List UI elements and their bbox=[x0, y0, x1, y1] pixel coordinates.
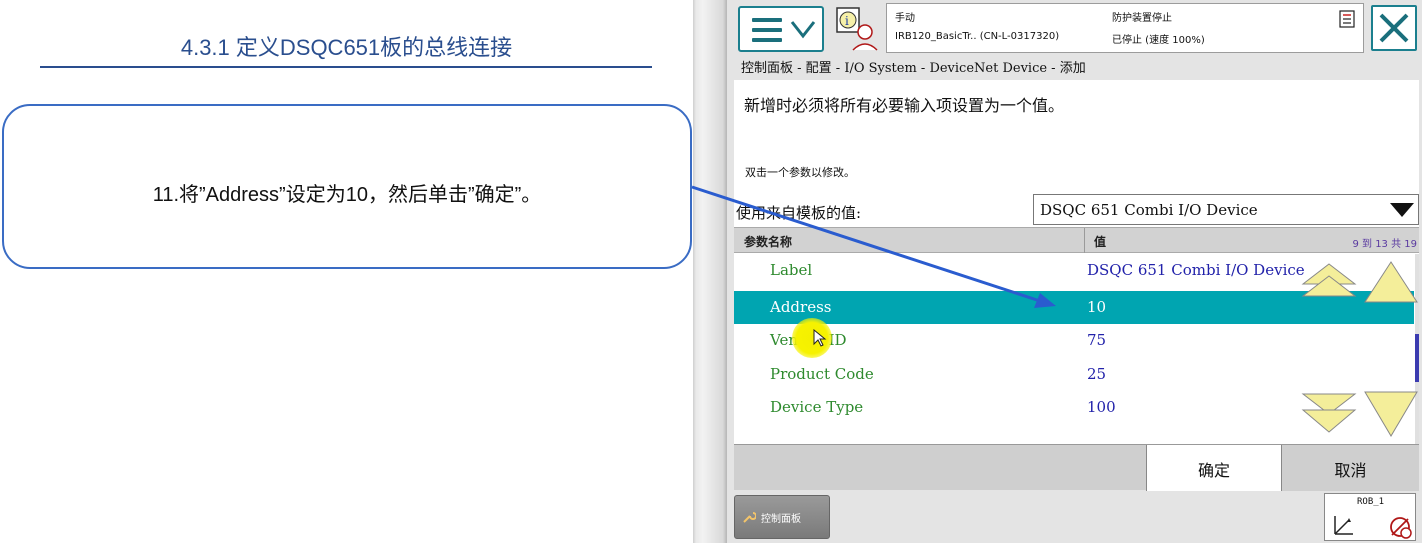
callout-text: 11.将”Address”设定为10，然后单击”确定”。 bbox=[152, 184, 542, 206]
template-label: 使用来自模板的值: bbox=[736, 204, 862, 222]
param-name: Address bbox=[770, 298, 832, 316]
svg-text:i: i bbox=[845, 14, 849, 28]
guard-status: 防护装置停止 bbox=[1112, 13, 1172, 24]
slide-divider bbox=[693, 0, 727, 543]
close-icon bbox=[1379, 13, 1409, 43]
status-bar[interactable]: 手动 IRB120_BasicTr.. (CN-L-0317320) 防护装置停… bbox=[886, 3, 1364, 53]
robot-status[interactable]: ROB_1 bbox=[1324, 493, 1416, 541]
cancel-button[interactable]: 取消 bbox=[1282, 445, 1419, 491]
parameter-grid-header: 参数名称 值 9 到 13 共 19 bbox=[734, 227, 1419, 253]
title-divider bbox=[40, 66, 652, 68]
param-value: 100 bbox=[1087, 398, 1116, 416]
action-bar: 确定 取消 bbox=[734, 444, 1419, 491]
param-value: 10 bbox=[1087, 298, 1107, 316]
add-device-window: 新增时必须将所有必要输入项设置为一个值。 双击一个参数以修改。 使用来自模板的值… bbox=[734, 80, 1419, 491]
axes-icon bbox=[1334, 516, 1353, 535]
param-value: DSQC 651 Combi I/O Device bbox=[1087, 261, 1305, 279]
edit-hint: 双击一个参数以修改。 bbox=[745, 166, 855, 179]
close-button[interactable] bbox=[1371, 5, 1417, 51]
document-icon bbox=[1339, 10, 1355, 28]
slide-title: 4.3.1 定义DSQC651板的总线连接 bbox=[180, 35, 513, 60]
row-count: 9 到 13 共 19 bbox=[1352, 239, 1417, 250]
robot-name: ROB_1 bbox=[1357, 497, 1385, 507]
flexpendant-screen: i 手动 IRB120_BasicTr.. (CN-L-0317320) 防护装… bbox=[727, 0, 1422, 543]
param-name: Device Type bbox=[770, 398, 864, 416]
operating-mode: 手动 bbox=[895, 13, 915, 24]
param-row-vendor-id[interactable]: Vendor ID 75 bbox=[734, 324, 1414, 357]
window-instruction: 新增时必须将所有必要输入项设置为一个值。 bbox=[744, 96, 1065, 115]
main-menu-button[interactable] bbox=[738, 6, 824, 52]
ok-button[interactable]: 确定 bbox=[1146, 445, 1282, 491]
cursor-icon bbox=[813, 329, 827, 347]
scroll-up-icon[interactable] bbox=[1363, 260, 1419, 304]
param-value: 25 bbox=[1087, 365, 1107, 383]
column-separator bbox=[1084, 228, 1085, 253]
ok-button-label: 确定 bbox=[1197, 461, 1230, 480]
param-name: Product Code bbox=[770, 365, 874, 383]
target-icon bbox=[1390, 517, 1412, 539]
dropdown-arrow-icon bbox=[1390, 203, 1414, 217]
system-name: IRB120_BasicTr.. (CN-L-0317320) bbox=[895, 31, 1060, 42]
wrench-icon bbox=[743, 512, 756, 523]
column-header-name: 参数名称 bbox=[744, 235, 793, 249]
scroll-up-all-icon[interactable] bbox=[1299, 260, 1359, 300]
info-icon[interactable]: i bbox=[835, 6, 879, 52]
template-dropdown[interactable]: DSQC 651 Combi I/O Device bbox=[1033, 194, 1419, 225]
taskbar-label: 控制面板 bbox=[761, 514, 801, 525]
param-value: 75 bbox=[1087, 331, 1107, 349]
tutorial-slide: 4.3.1 定义DSQC651板的总线连接 11.将”Address”设定为10… bbox=[0, 0, 693, 543]
scroll-down-icon[interactable] bbox=[1363, 390, 1419, 438]
column-header-value: 值 bbox=[1094, 235, 1107, 249]
instruction-callout: 11.将”Address”设定为10，然后单击”确定”。 bbox=[2, 104, 692, 269]
param-row-product-code[interactable]: Product Code 25 bbox=[734, 358, 1414, 391]
taskbar-control-panel[interactable]: 控制面板 bbox=[734, 495, 830, 539]
hamburger-icon bbox=[752, 18, 782, 42]
template-value: DSQC 651 Combi I/O Device bbox=[1040, 201, 1258, 219]
chevron-down-icon bbox=[790, 21, 816, 39]
scroll-thumb[interactable] bbox=[1415, 334, 1419, 382]
scroll-down-all-icon[interactable] bbox=[1299, 390, 1359, 436]
breadcrumb: 控制面板 - 配置 - I/O System - DeviceNet Devic… bbox=[741, 61, 1086, 76]
run-state: 已停止 (速度 100%) bbox=[1112, 35, 1205, 46]
cancel-button-label: 取消 bbox=[1334, 461, 1367, 480]
param-name: Label bbox=[770, 261, 813, 279]
